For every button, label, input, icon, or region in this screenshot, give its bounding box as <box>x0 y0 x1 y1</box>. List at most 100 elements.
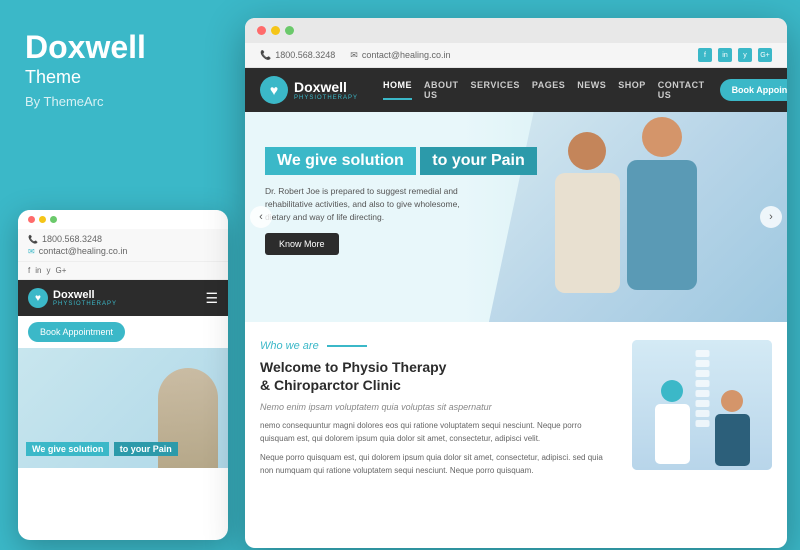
nav-link-pages[interactable]: PAGES <box>532 80 565 100</box>
who-we-are-label: Who we are <box>260 340 617 352</box>
social-in-icon[interactable]: in <box>718 48 732 62</box>
desktop-bottom-section: Who we are Welcome to Physio Therapy& Ch… <box>245 322 787 502</box>
nav-link-home[interactable]: HOME <box>383 80 412 100</box>
chrome-dot-red <box>28 216 35 223</box>
mobile-email-row: ✉ contact@healing.co.in <box>28 246 218 256</box>
hero-line1: We give solution <box>265 147 416 175</box>
doctor1-head <box>661 380 683 402</box>
topinfo-phone-number: 1800.568.3248 <box>275 50 335 60</box>
phone-icon: 📞 <box>28 235 38 244</box>
clinic-image-content <box>632 340 772 470</box>
hamburger-icon[interactable]: ☰ <box>205 290 218 307</box>
desktop-logo-name: Doxwell <box>294 79 358 95</box>
email-icon: ✉ <box>28 247 35 256</box>
bottom-right-image <box>632 340 772 470</box>
social-gplus[interactable]: G+ <box>55 266 66 275</box>
desktop-logo-icon: ♥ <box>260 76 288 104</box>
mobile-logo-sub: PHYSIOTHERAPY <box>53 301 117 307</box>
mobile-hero-section: We give solution to your Pain <box>18 348 228 468</box>
spine-segment <box>695 370 709 377</box>
doctor2-head <box>721 390 743 412</box>
desktop-hero-section: We give solution to your Pain Dr. Robert… <box>245 112 787 322</box>
topinfo-email: ✉ contact@healing.co.in <box>350 50 450 61</box>
doctor2-body <box>715 414 750 466</box>
mobile-mockup: 📞 1800.568.3248 ✉ contact@healing.co.in … <box>18 210 228 540</box>
doctor-figure2 <box>712 390 752 470</box>
clinic-text2: Neque porro quisquam est, qui dolorem ip… <box>260 452 617 478</box>
spine-segment <box>695 400 709 407</box>
hero-person1 <box>617 117 707 312</box>
mobile-logo-name: Doxwell <box>53 289 117 301</box>
nav-link-shop[interactable]: SHOP <box>618 80 646 100</box>
hero-next-arrow[interactable]: › <box>760 206 782 228</box>
know-more-button[interactable]: Know More <box>265 233 339 255</box>
nav-link-about[interactable]: ABOUT US <box>424 80 459 100</box>
desktop-chrome-bar <box>245 18 787 43</box>
social-gp-icon[interactable]: G+ <box>758 48 772 62</box>
spine-segment <box>695 390 709 397</box>
mobile-phone-row: 📞 1800.568.3248 <box>28 234 218 244</box>
desktop-navbar: ♥ Doxwell PHYSIOTHERAPY HOME ABOUT US SE… <box>245 68 787 112</box>
hero-content: We give solution to your Pain Dr. Robert… <box>265 147 537 255</box>
clinic-text1: nemo consequuntur magni dolores eos qui … <box>260 420 617 446</box>
social-f[interactable]: f <box>28 266 30 275</box>
doctor-figure1 <box>652 380 692 470</box>
topinfo-social: f in y G+ <box>698 48 772 62</box>
mobile-social-bar: f in y G+ <box>18 262 228 280</box>
spine-segment <box>695 350 709 357</box>
mobile-chrome-bar <box>18 210 228 229</box>
person1-body <box>627 160 697 290</box>
nav-link-news[interactable]: NEWS <box>577 80 606 100</box>
social-fb-icon[interactable]: f <box>698 48 712 62</box>
mobile-logo-text-group: Doxwell PHYSIOTHERAPY <box>53 289 117 307</box>
doctor1-body <box>655 404 690 464</box>
desktop-mockup: 📞 1800.568.3248 ✉ contact@healing.co.in … <box>245 18 787 548</box>
hero-prev-arrow[interactable]: ‹ <box>250 206 272 228</box>
topinfo-phone: 📞 1800.568.3248 <box>260 50 335 61</box>
spine-segment <box>695 380 709 387</box>
brand-title: Doxwell <box>25 30 215 65</box>
spine-segment <box>695 420 709 427</box>
chrome-dot-yellow <box>39 216 46 223</box>
desktop-logo-sub: PHYSIOTHERAPY <box>294 95 358 101</box>
clinic-heading: Welcome to Physio Therapy& Chiroparctor … <box>260 358 617 394</box>
mobile-contact-bar: 📞 1800.568.3248 ✉ contact@healing.co.in <box>18 229 228 262</box>
email-icon-desktop: ✉ <box>350 50 358 61</box>
person1-head <box>642 117 682 157</box>
phone-icon-desktop: 📞 <box>260 50 271 61</box>
desktop-book-button[interactable]: Book Appointment <box>720 79 787 101</box>
bottom-left-content: Who we are Welcome to Physio Therapy& Ch… <box>260 340 617 484</box>
nav-link-services[interactable]: SERVICES <box>471 80 520 100</box>
desktop-logo-text-group: Doxwell PHYSIOTHERAPY <box>294 79 358 101</box>
desktop-topinfo-bar: 📞 1800.568.3248 ✉ contact@healing.co.in … <box>245 43 787 68</box>
left-panel: Doxwell Theme By ThemeArc 📞 1800.568.324… <box>0 0 240 550</box>
mobile-logo-icon: ♥ <box>28 288 48 308</box>
clinic-subheading: Nemo enim ipsam voluptatem quia voluptas… <box>260 402 617 412</box>
hero-description: Dr. Robert Joe is prepared to suggest re… <box>265 185 465 223</box>
mobile-navbar: ♥ Doxwell PHYSIOTHERAPY ☰ <box>18 280 228 316</box>
topinfo-email-address: contact@healing.co.in <box>362 50 451 60</box>
desktop-dot-red <box>257 26 266 35</box>
mobile-phone: 1800.568.3248 <box>42 234 102 244</box>
mobile-book-button[interactable]: Book Appointment <box>28 322 125 342</box>
desktop-dot-green <box>285 26 294 35</box>
brand-byline: By ThemeArc <box>25 94 215 109</box>
hero-person-figure <box>507 112 727 322</box>
desktop-logo: ♥ Doxwell PHYSIOTHERAPY <box>260 76 358 104</box>
spine-segment <box>695 410 709 417</box>
mobile-email: contact@healing.co.in <box>39 246 128 256</box>
brand-subtitle: Theme <box>25 67 215 88</box>
social-in[interactable]: in <box>35 266 41 275</box>
desktop-nav-links: HOME ABOUT US SERVICES PAGES NEWS SHOP C… <box>383 80 705 100</box>
social-y[interactable]: y <box>46 266 50 275</box>
chrome-dot-green <box>50 216 57 223</box>
mobile-hero-text: We give solution to your Pain <box>26 439 178 458</box>
spine-segment <box>695 360 709 367</box>
mobile-hero-line2: to your Pain <box>114 442 178 456</box>
mobile-logo: ♥ Doxwell PHYSIOTHERAPY <box>28 288 117 308</box>
topinfo-left: 📞 1800.568.3248 ✉ contact@healing.co.in <box>260 50 451 61</box>
nav-link-contact[interactable]: CONTACT US <box>658 80 705 100</box>
social-y-icon[interactable]: y <box>738 48 752 62</box>
person2-body <box>555 173 620 293</box>
mobile-hero-line1: We give solution <box>26 442 109 456</box>
